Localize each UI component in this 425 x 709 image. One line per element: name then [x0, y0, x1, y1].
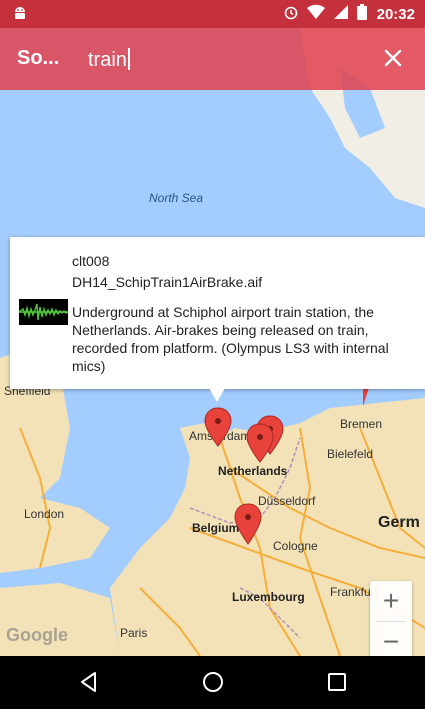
- sound-file-name: DH14_SchipTrain1AirBrake.aif: [72, 274, 263, 290]
- map-label-london: London: [24, 507, 65, 521]
- map-label-luxembourg: Luxembourg: [232, 590, 305, 604]
- map-label-belgium: Belgium: [192, 521, 240, 535]
- map-marker-amsterdam[interactable]: [204, 407, 232, 447]
- text-cursor: [127, 48, 130, 70]
- navigation-bar: [0, 656, 425, 709]
- sound-description: Underground at Schiphol airport train st…: [72, 304, 389, 374]
- map-label-paris: Paris: [120, 626, 148, 640]
- map-label-north-sea: North Sea: [149, 191, 204, 205]
- map-label-bremen: Bremen: [340, 417, 383, 431]
- signal-icon: [333, 4, 349, 25]
- zoom-in-button[interactable]: +: [370, 581, 412, 621]
- zoom-divider: [376, 621, 406, 622]
- status-time: 20:32: [376, 6, 415, 23]
- status-bar: 20:32: [0, 0, 425, 28]
- map-label-netherlands: Netherlands: [218, 464, 288, 478]
- map-label-frankfurt: Frankfurt: [330, 585, 379, 599]
- map-label-dusseldorf: Düsseldorf: [258, 494, 316, 508]
- home-icon[interactable]: [201, 670, 225, 694]
- android-icon: [12, 5, 28, 26]
- google-attribution: Google: [6, 625, 68, 645]
- sound-id: clt008: [72, 253, 110, 269]
- close-icon[interactable]: [383, 48, 403, 68]
- app-bar: So... train: [0, 28, 425, 90]
- search-input-value: train: [88, 49, 127, 71]
- zoom-out-button[interactable]: −: [370, 622, 412, 656]
- map-label-germany: Germ: [378, 514, 420, 531]
- battery-icon: [356, 4, 367, 25]
- map-label-amsterdam: Amsterdam: [189, 429, 251, 443]
- recents-icon[interactable]: [325, 670, 349, 694]
- waveform-thumbnail[interactable]: [18, 299, 69, 325]
- map-marker-belgium[interactable]: [234, 503, 262, 545]
- zoom-control: + −: [370, 581, 412, 656]
- map-marker-east-2[interactable]: [246, 423, 274, 463]
- info-window[interactable]: clt008 DH14_SchipTrain1AirBrake.aif Unde…: [10, 237, 425, 389]
- map-label-cologne: Cologne: [273, 539, 318, 553]
- map-label-bielefeld: Bielefeld: [327, 447, 374, 461]
- back-icon[interactable]: [77, 670, 101, 694]
- map-marker-bremen[interactable]: [363, 388, 369, 406]
- alarm-icon: [283, 4, 299, 25]
- wifi-icon: [306, 4, 325, 25]
- info-window-pointer: [209, 388, 225, 402]
- search-input[interactable]: train: [88, 48, 130, 72]
- app-title: So...: [17, 47, 60, 69]
- map-marker-east-1[interactable]: [256, 415, 284, 455]
